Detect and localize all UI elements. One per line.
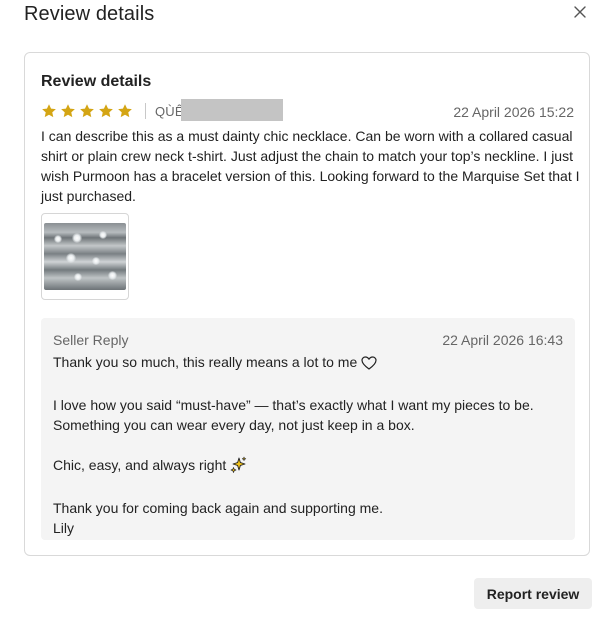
star-icon <box>79 103 95 119</box>
reviewer-name-redaction <box>181 99 283 121</box>
star-rating <box>41 103 133 119</box>
seller-reply-date: 22 April 2026 16:43 <box>442 332 563 348</box>
reply-line: Chic, easy, and always right <box>53 455 563 478</box>
star-icon <box>98 103 114 119</box>
seller-reply: Seller Reply 22 April 2026 16:43 Thank y… <box>41 318 575 540</box>
seller-reply-body: Thank you so much, this really means a l… <box>53 352 563 538</box>
seller-reply-label: Seller Reply <box>53 332 129 348</box>
review-photo-thumbnail[interactable] <box>41 213 129 300</box>
rating-divider <box>145 103 146 119</box>
reply-line <box>53 435 563 455</box>
sparkles-icon <box>230 456 247 478</box>
reply-line: I love how you said “must-have” — that’s… <box>53 397 534 433</box>
review-photo[interactable] <box>44 223 126 290</box>
reply-line <box>53 375 563 395</box>
star-icon <box>60 103 76 119</box>
star-icon <box>41 103 57 119</box>
modal-title: Review details <box>24 3 155 25</box>
star-icon <box>117 103 133 119</box>
reply-line <box>53 478 563 498</box>
reply-line: Lily <box>53 520 75 536</box>
review-text: I can describe this as a must dainty chi… <box>41 128 580 204</box>
close-icon[interactable] <box>574 5 586 23</box>
close-button[interactable] <box>570 4 590 24</box>
reply-line: Thank you so much, this really means a l… <box>53 352 563 375</box>
reviewer-name: QÙÊ <box>155 104 184 119</box>
review-date: 22 April 2026 15:22 <box>453 104 574 120</box>
reply-line: Thank you for coming back again and supp… <box>53 500 383 516</box>
review-heading: Review details <box>41 73 152 90</box>
review-card: Review details QÙÊ 22 April 2026 15:22 I… <box>24 52 590 556</box>
report-review-button[interactable]: Report review <box>474 578 592 609</box>
heart-outline-icon <box>361 355 377 375</box>
